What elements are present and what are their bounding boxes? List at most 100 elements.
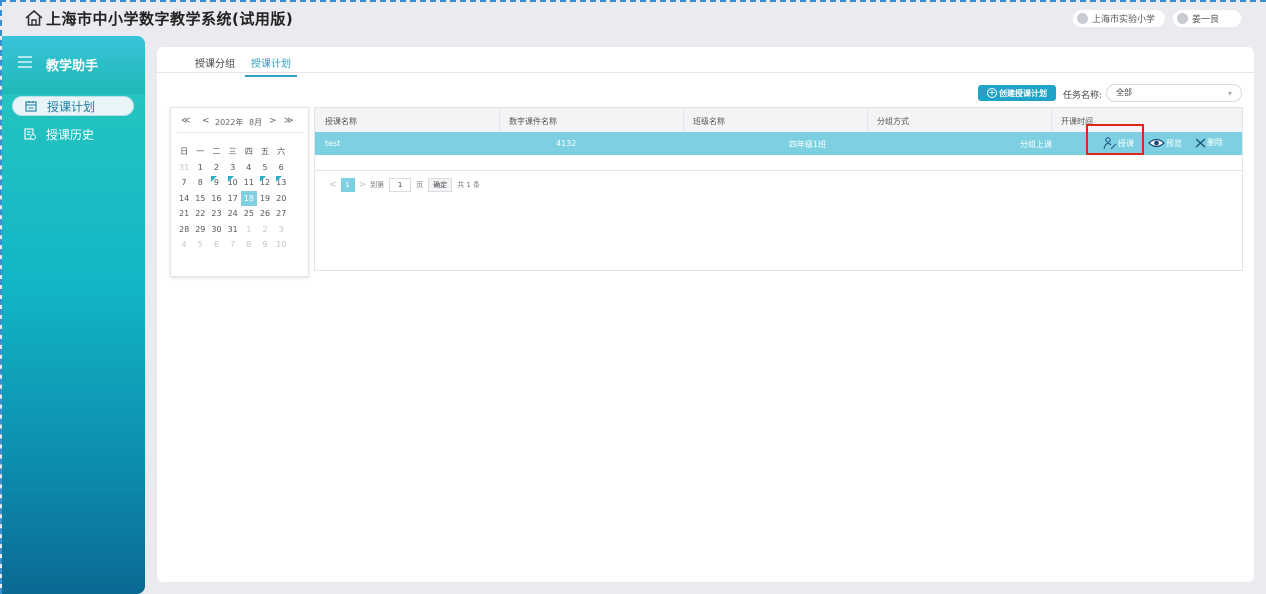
calendar-day[interactable]: 2 <box>257 222 273 238</box>
weekday-label: 三 <box>228 147 237 157</box>
cell-plan-name: test <box>325 139 341 148</box>
menu-icon[interactable] <box>18 56 32 68</box>
calendar-week: 21 22 23 24 25 26 27 <box>176 206 306 222</box>
total-count: 共 1 条 <box>457 181 480 189</box>
current-page[interactable]: 1 <box>340 178 355 192</box>
tab-bar: 授课分组 授课计划 <box>189 53 301 77</box>
home-icon[interactable] <box>24 9 44 27</box>
calendar-day[interactable]: 4 <box>241 160 257 176</box>
calendar-day[interactable]: 7 <box>225 237 241 253</box>
preview-button[interactable]: 预览 <box>1148 137 1182 149</box>
calendar-week: 7 8 9 10 11 12 13 <box>176 175 306 191</box>
calendar-day[interactable]: 25 <box>241 206 257 222</box>
calendar-day[interactable]: 7 <box>176 175 192 191</box>
next-month-button[interactable]: > <box>269 116 277 126</box>
calendar-day[interactable]: 1 <box>192 160 208 176</box>
calendar-day[interactable]: 11 <box>241 175 257 191</box>
column-divider <box>499 108 500 132</box>
calendar-day[interactable]: 22 <box>192 206 208 222</box>
calendar-day-marked[interactable]: 9 <box>208 175 224 191</box>
calendar-day[interactable]: 1 <box>241 222 257 238</box>
calendar-day[interactable]: 24 <box>225 206 241 222</box>
plus-circle-icon: + <box>987 88 997 98</box>
sidebar-header: 教学助手 <box>2 36 145 94</box>
calendar-day[interactable]: 31 <box>225 222 241 238</box>
close-icon <box>1195 138 1206 147</box>
calendar-day[interactable]: 8 <box>192 175 208 191</box>
confirm-page-button[interactable]: 确定 <box>428 178 453 192</box>
weekday-row: 日 一 二 三 四 五 六 <box>176 144 306 160</box>
calendar-day[interactable]: 20 <box>273 191 289 207</box>
tab-teaching-plan[interactable]: 授课计划 <box>245 53 297 77</box>
cell-class: 四年级1班 <box>789 140 827 149</box>
next-page-button[interactable]: > <box>359 180 367 190</box>
create-plan-label: 创建授课计划 <box>999 88 1047 98</box>
weekday-label: 日 <box>180 147 189 157</box>
school-badge[interactable]: 上海市实验小学 <box>1073 10 1165 27</box>
tab-teaching-group[interactable]: 授课分组 <box>189 53 241 77</box>
calendar-day[interactable]: 8 <box>241 237 257 253</box>
prev-year-button[interactable]: ≪ <box>181 116 190 126</box>
delete-label: 删除 <box>1207 138 1223 147</box>
calendar-day[interactable]: 26 <box>257 206 273 222</box>
weekday-label: 二 <box>212 147 221 157</box>
calendar-day[interactable]: 3 <box>273 222 289 238</box>
tab-divider <box>157 72 1254 73</box>
calendar-day-marked[interactable]: 10 <box>225 175 241 191</box>
user-badge[interactable]: 姜一良 <box>1173 10 1241 27</box>
calendar-day[interactable]: 23 <box>208 206 224 222</box>
calendar-day[interactable]: 3 <box>225 160 241 176</box>
calendar-day[interactable]: 27 <box>273 206 289 222</box>
calendar-day[interactable]: 31 <box>176 160 192 176</box>
calendar-week: 14 15 16 17 18 19 20 <box>176 190 306 207</box>
calendar-day[interactable]: 9 <box>257 237 273 253</box>
create-plan-button[interactable]: + 创建授课计划 <box>978 85 1056 101</box>
sidebar-item-teaching-plan[interactable]: 授课计划 <box>12 96 134 116</box>
calendar-year: 2022年 <box>215 118 244 127</box>
weekday-label: 五 <box>261 147 270 157</box>
calendar-day[interactable]: 21 <box>176 206 192 222</box>
calendar-day[interactable]: 30 <box>208 222 224 238</box>
sidebar-title: 教学助手 <box>46 59 99 74</box>
calendar-day[interactable]: 14 <box>176 191 192 207</box>
calendar-day-marked[interactable]: 12 <box>257 175 273 191</box>
sidebar-item-teaching-history[interactable]: 授课历史 <box>12 124 134 144</box>
calendar-day[interactable]: 16 <box>208 191 224 207</box>
calendar-week: 28 29 30 31 1 2 3 <box>176 222 306 238</box>
column-header: 授课名称 <box>325 117 357 126</box>
prev-month-button[interactable]: < <box>202 116 210 126</box>
prev-page-button[interactable]: < <box>329 180 337 190</box>
top-bar: 上海市中小学数字教学系统(试用版) 上海市实验小学 姜一良 <box>0 0 1266 36</box>
calendar-month: 8月 <box>249 118 263 127</box>
cell-courseware: 4132 <box>556 139 577 148</box>
user-name: 姜一良 <box>1192 15 1220 25</box>
task-name-select[interactable]: 全部 ▾ <box>1106 84 1242 102</box>
delete-button[interactable]: 删除 <box>1195 137 1223 148</box>
calendar-day[interactable]: 5 <box>192 237 208 253</box>
calendar-day[interactable]: 6 <box>273 160 289 176</box>
app-title: 上海市中小学数字教学系统(试用版) <box>46 10 294 28</box>
calendar-day[interactable]: 15 <box>192 191 208 207</box>
calendar-day-selected[interactable]: 18 <box>240 190 257 206</box>
calendar-day[interactable]: 5 <box>257 160 273 176</box>
calendar-day[interactable]: 2 <box>208 160 224 176</box>
weekday-label: 六 <box>277 147 286 157</box>
chevron-down-icon: ▾ <box>1227 89 1232 98</box>
calendar-day[interactable]: 19 <box>257 191 273 207</box>
sidebar-item-label: 授课计划 <box>47 99 96 114</box>
calendar-day[interactable]: 28 <box>176 222 192 238</box>
sidebar-item-label: 授课历史 <box>46 127 95 142</box>
school-icon <box>1077 13 1088 24</box>
calendar-day[interactable]: 6 <box>208 237 224 253</box>
school-name: 上海市实验小学 <box>1092 15 1156 25</box>
column-header: 数字课件名称 <box>509 117 557 126</box>
column-header: 分组方式 <box>877 117 909 126</box>
calendar-day[interactable]: 10 <box>273 237 289 253</box>
calendar-day[interactable]: 17 <box>225 191 241 207</box>
calendar-week: 31 1 2 3 4 5 6 <box>176 160 306 176</box>
calendar-day[interactable]: 29 <box>192 222 208 238</box>
calendar-day[interactable]: 4 <box>176 237 192 253</box>
next-year-button[interactable]: ≫ <box>284 116 293 126</box>
page-input[interactable]: 1 <box>389 178 412 192</box>
calendar-day-marked[interactable]: 13 <box>273 175 289 191</box>
